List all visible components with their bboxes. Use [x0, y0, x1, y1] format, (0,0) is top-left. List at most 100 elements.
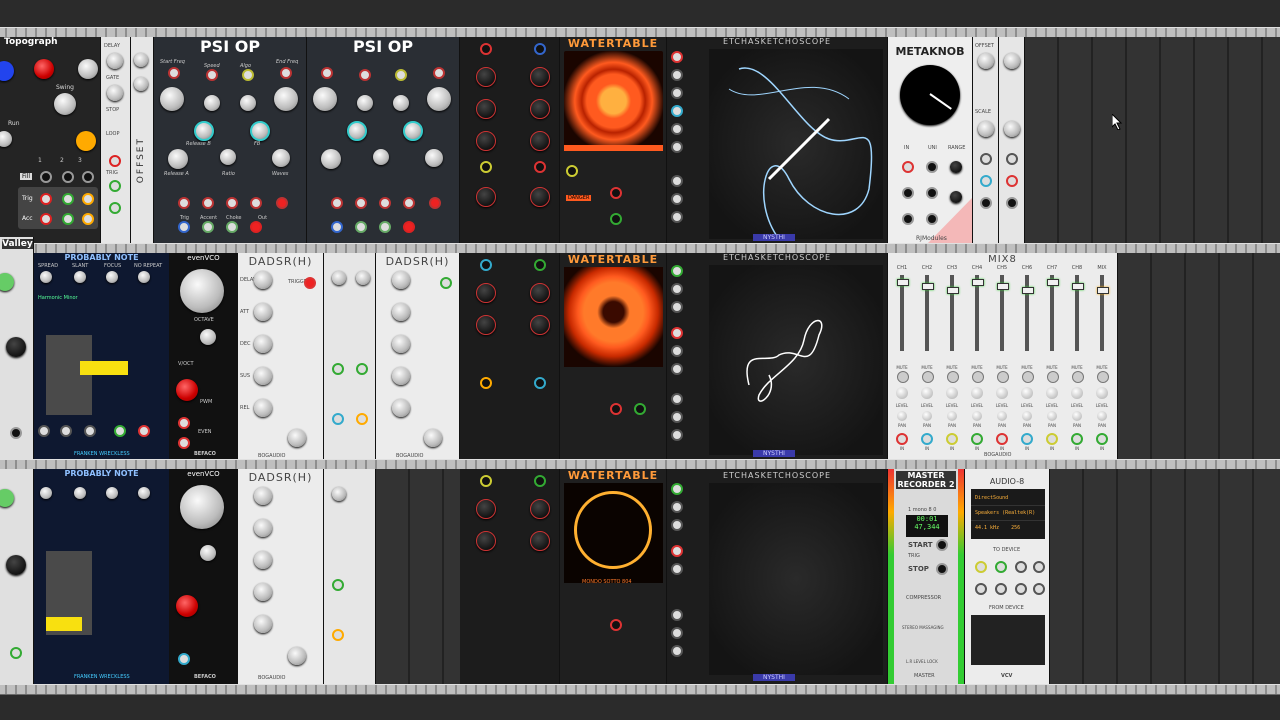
fader-cap[interactable]: [972, 279, 984, 286]
octave-knob[interactable]: [180, 485, 224, 529]
input-jack[interactable]: [168, 67, 180, 79]
mute-button[interactable]: [922, 371, 934, 383]
fader-cap[interactable]: [1072, 283, 1084, 290]
input-jack[interactable]: [671, 327, 683, 339]
knob[interactable]: [530, 67, 550, 87]
knob[interactable]: [978, 121, 994, 137]
input-jack[interactable]: [178, 197, 190, 209]
pan-knob[interactable]: [1022, 411, 1032, 421]
psi-op-module[interactable]: PSI OP Start Freq Speed Algo End Freq Re…: [154, 37, 307, 243]
input-jack[interactable]: [896, 433, 908, 445]
knob[interactable]: [0, 131, 12, 147]
knob[interactable]: [332, 271, 346, 285]
knob[interactable]: [6, 337, 26, 357]
knob[interactable]: [134, 53, 148, 67]
dadsr-module[interactable]: DADSR(H) BOGAUDIO: [376, 253, 460, 459]
octave-knob[interactable]: [180, 269, 224, 313]
output-jack[interactable]: [250, 221, 262, 233]
empty-rack-slot[interactable]: [1050, 469, 1280, 684]
input-jack[interactable]: [332, 363, 344, 375]
mix8-module[interactable]: MIX8 CH1 MUTE LEVEL PAN IN CH2 MUTE LEVEL PAN IN C…: [888, 253, 1118, 459]
level-knob[interactable]: [996, 387, 1008, 399]
input-jack[interactable]: [671, 501, 683, 513]
input-jack[interactable]: [403, 197, 415, 209]
knob[interactable]: [254, 399, 272, 417]
topograph-module[interactable]: Topograph Swing Run 1 2 3 Fill Trig Acc: [0, 37, 101, 243]
knob[interactable]: [160, 87, 184, 111]
output-jack[interactable]: [355, 221, 367, 233]
input-jack[interactable]: [671, 563, 683, 575]
input-jack[interactable]: [671, 627, 683, 639]
output-jack[interactable]: [82, 193, 94, 205]
mute-button[interactable]: [947, 371, 959, 383]
mute-button[interactable]: [1072, 371, 1084, 383]
input-jack[interactable]: [534, 43, 546, 55]
level-knob[interactable]: [1071, 387, 1083, 399]
input-jack[interactable]: [480, 161, 492, 173]
pan-knob[interactable]: [947, 411, 957, 421]
knob[interactable]: [240, 95, 256, 111]
mute-button[interactable]: [1047, 371, 1059, 383]
watertable-controls[interactable]: [460, 37, 560, 243]
out-jack[interactable]: [980, 197, 992, 209]
input-jack[interactable]: [356, 413, 368, 425]
knob[interactable]: [1004, 53, 1020, 69]
input-jack[interactable]: [321, 67, 333, 79]
knob[interactable]: [54, 93, 76, 115]
pan-knob[interactable]: [897, 411, 907, 421]
to-device-jack[interactable]: [995, 561, 1007, 573]
knob[interactable]: [403, 121, 423, 141]
input-jack[interactable]: [480, 43, 492, 55]
input-jack[interactable]: [40, 171, 52, 183]
knob[interactable]: [313, 87, 337, 111]
offset-module[interactable]: DELAY GATE STOP LOOP TRIG: [101, 37, 131, 243]
input-jack[interactable]: [62, 171, 74, 183]
input-jack[interactable]: [226, 197, 238, 209]
input-jack[interactable]: [671, 545, 683, 557]
driver-name[interactable]: DirectSound: [971, 489, 1045, 506]
output-jack[interactable]: [178, 221, 190, 233]
offset-module[interactable]: [324, 253, 376, 459]
knob[interactable]: [476, 67, 496, 87]
level-knob[interactable]: [1096, 387, 1108, 399]
knob[interactable]: [393, 95, 409, 111]
knob[interactable]: [1004, 121, 1020, 137]
gate-out-jack[interactable]: [138, 425, 150, 437]
input-jack[interactable]: [280, 67, 292, 79]
input-jack[interactable]: [1096, 433, 1108, 445]
knob[interactable]: [978, 53, 994, 69]
knob[interactable]: [950, 161, 962, 173]
empty-rack-slot[interactable]: [1118, 253, 1280, 459]
knob[interactable]: [347, 121, 367, 141]
knob[interactable]: [34, 59, 54, 79]
mute-button[interactable]: [972, 371, 984, 383]
watertable-controls[interactable]: [460, 469, 560, 684]
fader-cap[interactable]: [1022, 287, 1034, 294]
input-jack[interactable]: [566, 165, 578, 177]
cv-jack[interactable]: [980, 153, 992, 165]
knob[interactable]: [476, 131, 496, 151]
input-jack[interactable]: [671, 265, 683, 277]
out-jack[interactable]: [1006, 197, 1018, 209]
knob[interactable]: [392, 271, 410, 289]
input-jack[interactable]: [610, 187, 622, 199]
watertable-module[interactable]: WATERTABLE: [560, 253, 667, 459]
input-jack[interactable]: [610, 213, 622, 225]
output-jack[interactable]: [926, 161, 938, 173]
input-jack[interactable]: [206, 69, 218, 81]
start-button[interactable]: [936, 539, 948, 551]
pwm-knob[interactable]: [176, 379, 198, 401]
sample-rate[interactable]: 44.1 kHz: [975, 525, 999, 531]
knob[interactable]: [476, 531, 496, 551]
hold-knob[interactable]: [288, 647, 306, 665]
level-knob[interactable]: [921, 387, 933, 399]
input-jack[interactable]: [359, 69, 371, 81]
knob[interactable]: [274, 87, 298, 111]
knob[interactable]: [138, 487, 150, 499]
knob[interactable]: [0, 489, 14, 507]
fader-cap[interactable]: [1097, 287, 1109, 294]
pan-knob[interactable]: [997, 411, 1007, 421]
input-jack[interactable]: [379, 197, 391, 209]
to-device-jack[interactable]: [995, 583, 1007, 595]
dadsr-module[interactable]: DADSR(H) BOGAUDIO: [238, 469, 324, 684]
